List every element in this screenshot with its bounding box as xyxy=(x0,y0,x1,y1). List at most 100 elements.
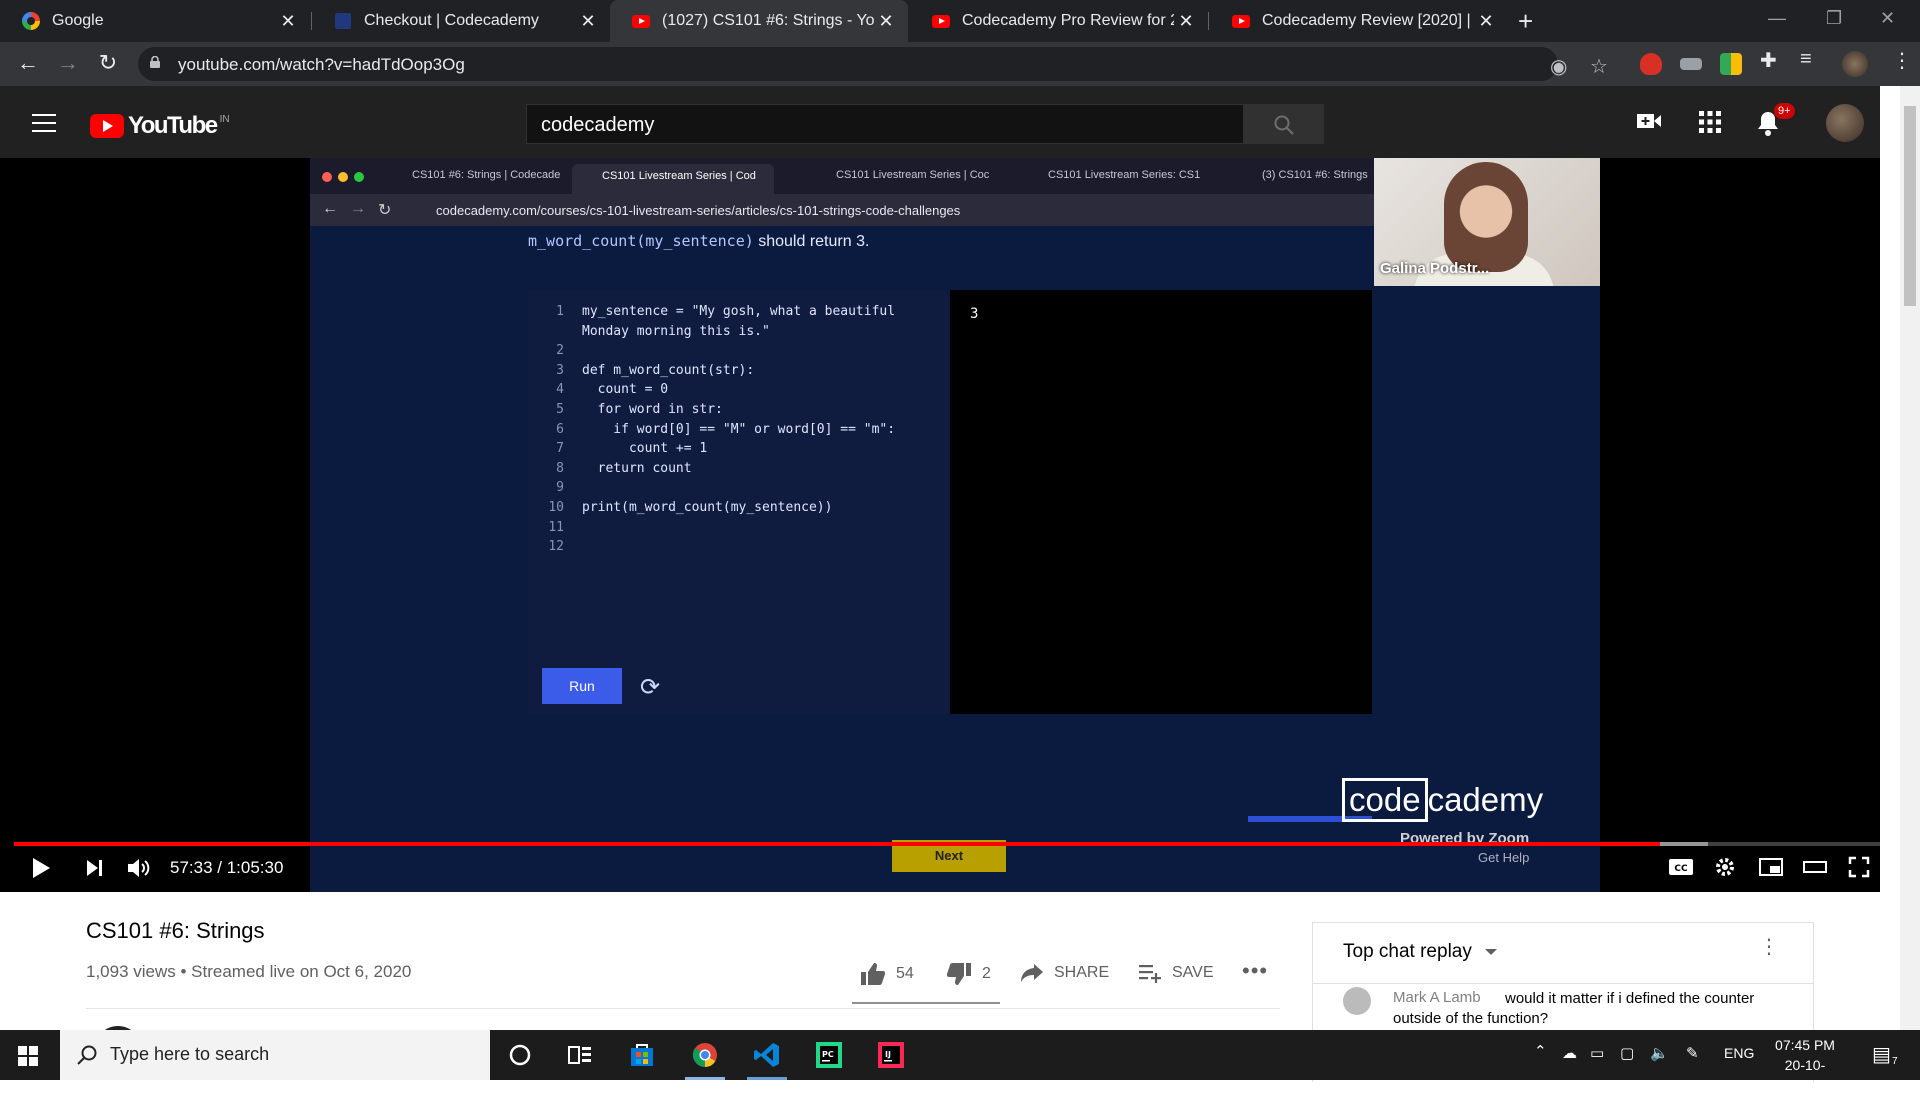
chat-options-icon[interactable]: ⋮ xyxy=(1759,937,1779,957)
language-indicator[interactable]: ENG xyxy=(1724,1045,1754,1061)
media-control-icon[interactable]: ≡ xyxy=(1800,48,1822,70)
action-center-icon[interactable]: ▤ xyxy=(1872,1042,1891,1067)
apps-grid-icon[interactable] xyxy=(1698,110,1722,134)
volume-icon[interactable] xyxy=(126,856,154,880)
browser-tab-active[interactable]: (1027) CS101 #6: Strings - YouTu ✕ xyxy=(610,0,908,42)
share-button[interactable]: SHARE xyxy=(1020,962,1109,984)
close-window-button[interactable]: ✕ xyxy=(1880,8,1895,29)
line-number: 6 xyxy=(556,421,564,437)
browser-tab-review-1[interactable]: Codecademy Pro Review for 202 ✕ xyxy=(910,0,1208,42)
intellij-icon[interactable]: IJ xyxy=(876,1040,906,1070)
close-tab-icon[interactable]: ✕ xyxy=(1174,11,1198,32)
pen-workspace-icon[interactable]: ✎ xyxy=(1686,1044,1699,1062)
dislike-button[interactable]: 2 xyxy=(946,962,991,986)
onedrive-icon[interactable]: ☁ xyxy=(1562,1044,1577,1062)
menu-icon[interactable] xyxy=(32,114,56,132)
close-tab-icon[interactable]: ✕ xyxy=(874,11,898,32)
chat-author-avatar xyxy=(1343,987,1371,1015)
line-number: 2 xyxy=(556,343,564,359)
settings-gear-icon[interactable] xyxy=(1714,856,1736,878)
minimize-button[interactable]: — xyxy=(1768,8,1786,29)
tab-title: (1027) CS101 #6: Strings - YouTu xyxy=(662,12,874,29)
scrollbar-thumb[interactable] xyxy=(1904,106,1916,306)
chevron-down-icon[interactable] xyxy=(1485,949,1497,955)
tray-overflow-icon[interactable]: ⌃ xyxy=(1534,1042,1547,1060)
windows-start-icon[interactable] xyxy=(18,1046,38,1066)
profile-avatar[interactable] xyxy=(1842,51,1868,77)
participant-name: Galina Podstr... xyxy=(1380,260,1490,277)
task-view-icon[interactable] xyxy=(565,1040,595,1070)
search-input[interactable]: codecademy xyxy=(526,104,1244,144)
youtube-header: YouTube IN codecademy 9+ xyxy=(0,86,1880,158)
mac-minimize-dot xyxy=(338,172,348,182)
participant-video: Galina Podstr... xyxy=(1374,158,1600,286)
bookmark-star-icon[interactable]: ☆ xyxy=(1590,54,1608,79)
forward-button[interactable]: → xyxy=(54,50,82,76)
chat-mode-dropdown[interactable]: Top chat replay xyxy=(1343,941,1472,963)
like-button[interactable]: 54 xyxy=(860,962,914,986)
save-button[interactable]: SAVE xyxy=(1138,962,1214,984)
taskbar-clock[interactable]: 07:45 PM 20-10-2020 xyxy=(1770,1035,1840,1095)
shield-extension-icon[interactable] xyxy=(1640,53,1662,75)
browser-tab-checkout[interactable]: Checkout | Codecademy ✕ xyxy=(312,0,610,42)
battery-icon[interactable]: ▭ xyxy=(1590,1044,1604,1062)
close-tab-icon[interactable]: ✕ xyxy=(1474,11,1498,32)
codecademy-icon xyxy=(334,12,352,30)
browser-toolbar: ← → ↻ youtube.com/watch?v=hadTdOop3Og ◉ … xyxy=(0,42,1920,86)
thumbs-up-icon xyxy=(861,963,886,985)
play-icon[interactable] xyxy=(30,856,52,880)
search-query: codecademy xyxy=(541,114,655,136)
youtube-logo[interactable]: YouTube IN xyxy=(90,112,230,140)
video-tab: (3) CS101 #6: Strings xyxy=(1262,169,1368,181)
restore-button[interactable]: ❐ xyxy=(1826,8,1842,29)
reload-button[interactable]: ↻ xyxy=(94,50,122,76)
participant-head xyxy=(1444,162,1528,272)
tracking-blocked-icon[interactable]: ◉ xyxy=(1550,54,1567,79)
vscode-icon[interactable] xyxy=(752,1040,782,1070)
kebab-menu-icon[interactable]: ⋮ xyxy=(1892,48,1914,72)
volume-tray-icon[interactable]: 🔈 xyxy=(1650,1044,1669,1062)
fullscreen-icon[interactable] xyxy=(1848,856,1870,878)
cloud-extension-icon[interactable] xyxy=(1680,58,1702,70)
video-progress-bar[interactable] xyxy=(14,842,1882,846)
like-ratio-bar xyxy=(852,1002,1000,1004)
store-icon[interactable] xyxy=(627,1040,657,1070)
color-extension-icon[interactable] xyxy=(1720,53,1742,75)
close-tab-icon[interactable]: ✕ xyxy=(576,11,600,32)
google-icon xyxy=(22,12,40,30)
captions-icon[interactable]: CC xyxy=(1668,856,1694,878)
new-tab-button[interactable]: + xyxy=(1518,8,1533,34)
create-video-icon[interactable] xyxy=(1636,110,1662,132)
page-scrollbar[interactable] xyxy=(1900,86,1920,1030)
miniplayer-icon[interactable] xyxy=(1758,856,1784,878)
theater-mode-icon[interactable] xyxy=(1802,856,1828,878)
output-text: 3 xyxy=(970,306,979,322)
video-tab: CS101 Livestream Series | Coc xyxy=(836,169,990,181)
instruction-text: should return 3. xyxy=(753,233,870,250)
line-number: 1 xyxy=(556,304,564,319)
back-button[interactable]: ← xyxy=(14,50,42,76)
address-bar[interactable]: youtube.com/watch?v=hadTdOop3Og ◉ ☆ xyxy=(138,47,1608,81)
time-display: 57:33 / 1:05:30 xyxy=(170,858,284,877)
next-video-icon[interactable] xyxy=(84,856,106,880)
line-number: 5 xyxy=(556,402,564,417)
search-icon xyxy=(77,1045,97,1065)
pycharm-icon[interactable]: PC xyxy=(814,1040,844,1070)
browser-tab-review-2[interactable]: Codecademy Review [2020] | fron ✕ xyxy=(1210,0,1508,42)
chrome-icon[interactable] xyxy=(690,1040,720,1070)
details-divider xyxy=(86,1008,1280,1009)
account-avatar[interactable] xyxy=(1826,104,1864,142)
close-tab-icon[interactable]: ✕ xyxy=(276,11,300,32)
youtube-icon xyxy=(632,12,650,30)
tab-title: Google xyxy=(52,12,104,29)
cortana-icon[interactable] xyxy=(505,1040,535,1070)
video-player[interactable]: CS101 #6: Strings | Codecade CS101 Lives… xyxy=(0,158,1882,892)
url-text: youtube.com/watch?v=hadTdOop3Og xyxy=(178,55,465,74)
search-button[interactable] xyxy=(1244,104,1324,144)
more-actions-icon[interactable]: ••• xyxy=(1242,958,1268,984)
browser-tab-google[interactable]: Google ✕ xyxy=(0,0,310,42)
taskbar-search-input[interactable]: Type here to search xyxy=(60,1030,490,1080)
network-icon[interactable]: ▢ xyxy=(1620,1044,1634,1062)
puzzle-icon[interactable]: ✚ xyxy=(1760,48,1782,72)
line-number: 3 xyxy=(556,362,564,378)
